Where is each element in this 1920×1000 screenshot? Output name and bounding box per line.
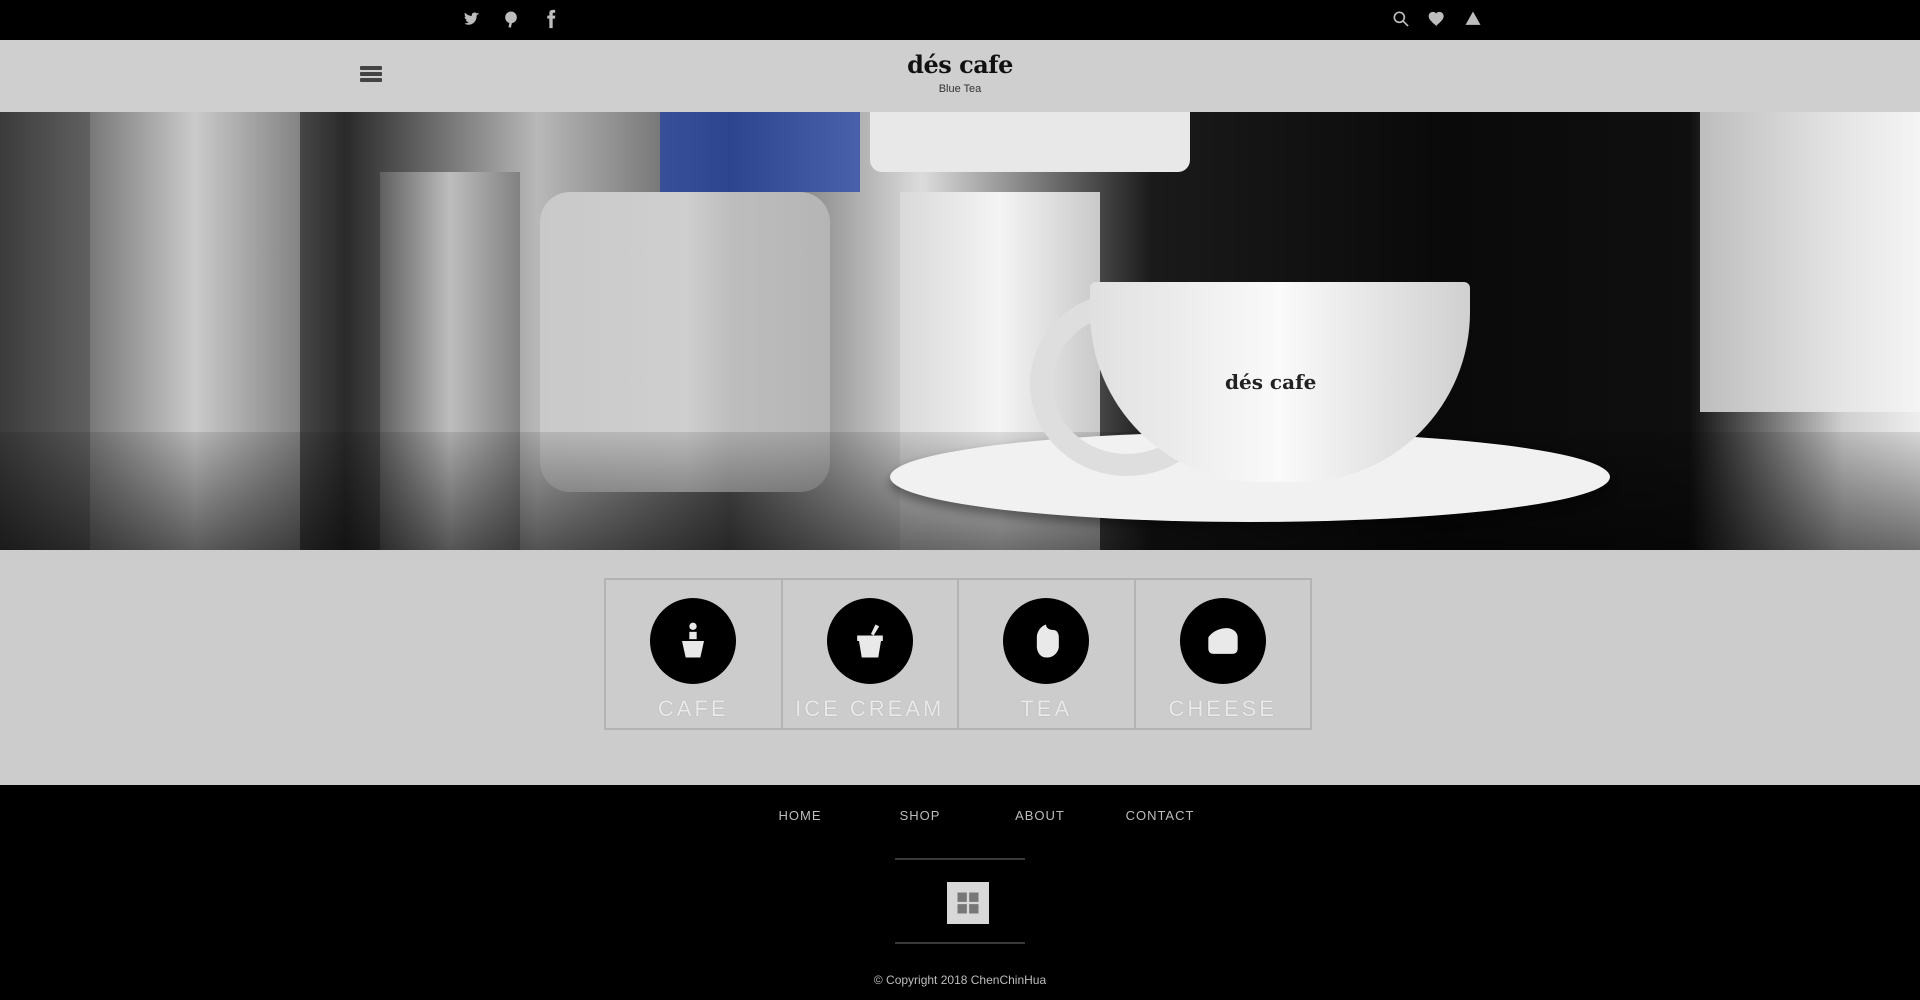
category-cafe[interactable]: CAFE (606, 580, 783, 728)
hero-machine (870, 112, 1190, 172)
top-bar (0, 0, 1920, 40)
hero-image: dés cafe (0, 112, 1920, 550)
logo-name: dés cafe (907, 50, 1013, 79)
store-badge-icon[interactable] (947, 882, 989, 924)
tea-icon (1003, 598, 1090, 684)
hero-cup-logo: dés cafe (1225, 370, 1317, 394)
menu-icon[interactable] (360, 64, 382, 86)
social-links (460, 8, 562, 30)
category-tea[interactable]: TEA (959, 580, 1136, 728)
site-header: dés cafe Blue Tea (0, 40, 1920, 112)
footer-link-home[interactable]: HOME (740, 808, 860, 823)
copyright-text: © Copyright 2018 ChenChinHua (873, 973, 1047, 987)
footer-nav: HOME SHOP ABOUT CONTACT (740, 808, 1220, 823)
category-label: CAFE (657, 696, 729, 721)
category-label: TEA (1020, 696, 1073, 721)
footer-divider (895, 858, 1025, 860)
site-logo[interactable]: dés cafe Blue Tea (880, 50, 1040, 95)
category-grid: CAFE ICE CREAM TEA CHEESE (604, 578, 1312, 730)
search-icon[interactable] (1390, 8, 1412, 30)
cheese-icon (1179, 598, 1266, 684)
site-footer: HOME SHOP ABOUT CONTACT © Copyright 2018… (0, 785, 1920, 1000)
cafe-icon (650, 598, 737, 684)
category-label: CHEESE (1168, 696, 1277, 721)
utility-icons (1390, 8, 1484, 30)
heart-icon[interactable] (1426, 8, 1448, 30)
category-section: CAFE ICE CREAM TEA CHEESE (0, 550, 1920, 785)
footer-link-contact[interactable]: CONTACT (1100, 808, 1220, 823)
footer-divider (895, 942, 1025, 944)
footer-link-shop[interactable]: SHOP (860, 808, 980, 823)
category-cheese[interactable]: CHEESE (1136, 580, 1311, 728)
pinterest-icon[interactable] (500, 8, 522, 30)
footer-link-about[interactable]: ABOUT (980, 808, 1100, 823)
hero-blue-object (660, 112, 860, 192)
user-icon[interactable] (1462, 8, 1484, 30)
facebook-icon[interactable] (540, 8, 562, 30)
twitter-icon[interactable] (460, 8, 482, 30)
hero-right-object (1700, 112, 1920, 412)
category-label: ICE CREAM (795, 696, 945, 721)
ice-cream-icon (826, 598, 913, 684)
category-ice-cream[interactable]: ICE CREAM (783, 580, 959, 728)
logo-tagline: Blue Tea (938, 83, 982, 95)
